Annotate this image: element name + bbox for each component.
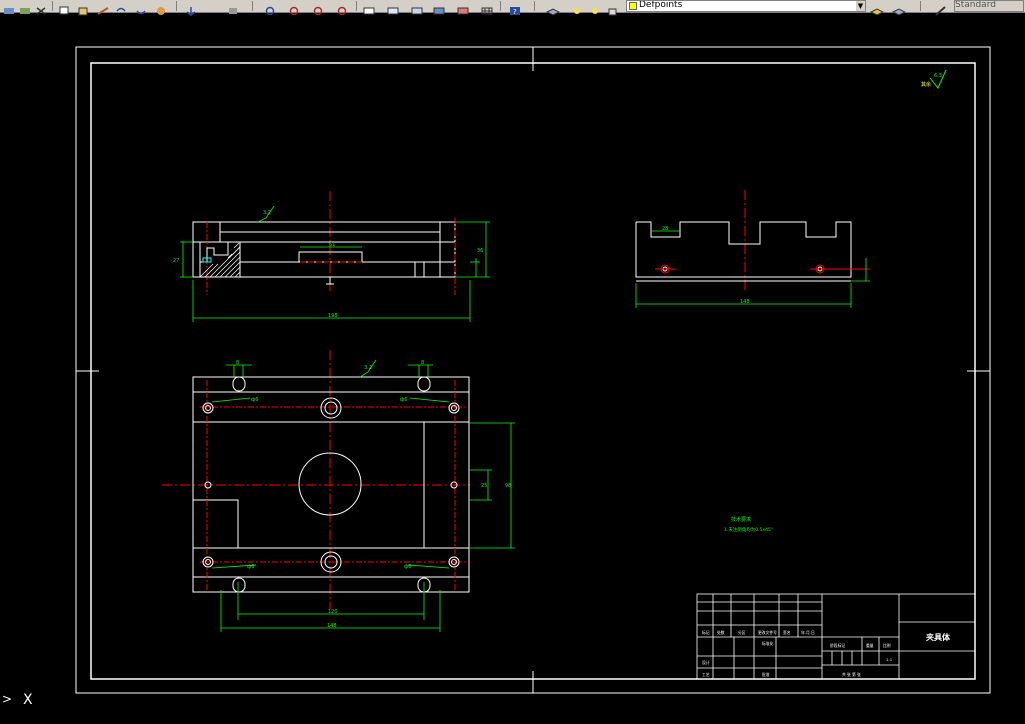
dim-side-width: 148 (740, 299, 750, 305)
hole-label-br: ф6 (404, 564, 411, 570)
title-main: 夹具体 (926, 632, 951, 642)
publish-icon[interactable] (18, 1, 32, 14)
layer-on-icon[interactable] (572, 1, 586, 14)
outer-frame (75, 46, 991, 694)
layer-lock-icon[interactable] (606, 1, 620, 16)
help-icon[interactable]: ? (508, 1, 522, 16)
text-style-icon[interactable] (934, 1, 948, 16)
side-view: 148 28 (635, 190, 870, 308)
undo-icon[interactable] (114, 1, 128, 12)
dim-plan-hole-dist: 25 (481, 483, 487, 489)
sheet-set-icon[interactable] (362, 1, 376, 15)
dim-side-slot: 28 (662, 226, 668, 232)
zoom-realtime-icon[interactable] (184, 1, 198, 16)
hole-label-tl: ф6 (251, 397, 258, 403)
tb-scale: 比例 (883, 643, 891, 648)
match-properties-icon[interactable] (96, 1, 110, 15)
print-preview-icon[interactable] (2, 1, 16, 14)
layer-freeze-icon[interactable] (590, 1, 604, 14)
tb-mark: 标记 (702, 630, 710, 635)
layer-color-swatch (629, 2, 637, 10)
command-prompt: > (2, 692, 12, 706)
zoom-window-icon[interactable] (226, 1, 240, 14)
command-line[interactable] (0, 719, 1025, 724)
paste-icon[interactable] (76, 1, 90, 16)
roughness-top-value: 6.3 (934, 73, 942, 79)
hole-label-tr: ф6 (400, 397, 407, 403)
roughness-plan: 3.2 (364, 365, 372, 371)
tb-stage: 阶段标记 (830, 643, 845, 648)
text-style-name: Standard (955, 0, 996, 10)
tech-note-title: 技术要求 (731, 516, 751, 523)
tb-design: 设计 (702, 660, 710, 665)
roughness-other-label: 其余 (921, 81, 931, 88)
tb-standard: 标准化 (762, 641, 774, 646)
layers-icon[interactable] (545, 1, 561, 16)
roughness-symbol-sheet: 其余 6.3 (921, 69, 947, 89)
layer-dropdown[interactable]: Defpoints ▼ (626, 0, 866, 12)
tb-approve: 批准 (762, 672, 770, 677)
make-current-icon[interactable] (869, 1, 885, 16)
inner-frame (90, 62, 976, 680)
tb-scale-value: 1:1 (886, 657, 893, 662)
layer-previous-icon[interactable] (891, 1, 907, 16)
chevron-down-icon[interactable]: ▼ (856, 1, 865, 11)
tool-palettes-icon[interactable] (336, 1, 350, 16)
dim-front-left: 27 (173, 258, 179, 264)
markup-icon[interactable] (386, 1, 400, 15)
quickcalc-icon[interactable] (410, 1, 424, 15)
layer-manager-icon[interactable] (432, 1, 446, 15)
plan-view: 120 148 98 25 8 8 ф6 ф6 ф6 ф6 3.2 (162, 350, 515, 632)
dim-front-slot: 61 (329, 242, 335, 248)
dim-plan-width-b: 148 (327, 623, 337, 629)
dim-plan-height: 98 (505, 483, 511, 489)
dim-slot-left: 8 (236, 360, 239, 366)
tb-zone: 分区 (738, 630, 746, 635)
standard-toolbar: ? Defpoints ▼ Standard (0, 0, 1025, 16)
tb-change-doc: 更改文件号 (758, 630, 777, 635)
tb-weight: 重量 (866, 643, 874, 648)
text-style-dropdown[interactable]: Standard (954, 0, 1024, 12)
layer-state-icon[interactable] (456, 1, 470, 15)
roughness-front: 3.2 (263, 210, 271, 216)
design-center-icon[interactable] (312, 1, 326, 16)
properties-icon[interactable] (288, 1, 302, 16)
zoom-previous-icon[interactable] (264, 1, 278, 16)
tb-sheets: 共 张 第 张 (842, 672, 861, 677)
layer-name: Defpoints (639, 0, 683, 10)
tb-count: 处数 (717, 630, 725, 635)
grid-icon[interactable] (480, 1, 494, 15)
crosshair-cursor: X (23, 692, 33, 708)
cut-icon[interactable] (34, 1, 48, 15)
tech-note-line: 1.未注倒角均为0.5x45° (724, 526, 773, 533)
copy-icon[interactable] (58, 1, 72, 15)
pan-icon[interactable] (154, 1, 168, 15)
dim-slot-right: 8 (421, 360, 424, 366)
tb-date: 年.月.日 (801, 630, 815, 635)
redo-icon[interactable] (134, 1, 148, 15)
dim-plan-width-a: 120 (328, 609, 338, 615)
hole-label-bl: ф6 (247, 564, 254, 570)
tb-process: 工艺 (702, 672, 710, 677)
drawing-canvas[interactable]: 其余 6.3 198 36 61 27 3.2 148 28 120 148 9… (0, 13, 1025, 719)
dim-front-overall: 198 (328, 313, 338, 319)
front-view: 198 36 61 27 3.2 (173, 191, 490, 322)
tb-signature: 签名 (783, 630, 791, 635)
dim-front-height: 36 (477, 248, 483, 254)
